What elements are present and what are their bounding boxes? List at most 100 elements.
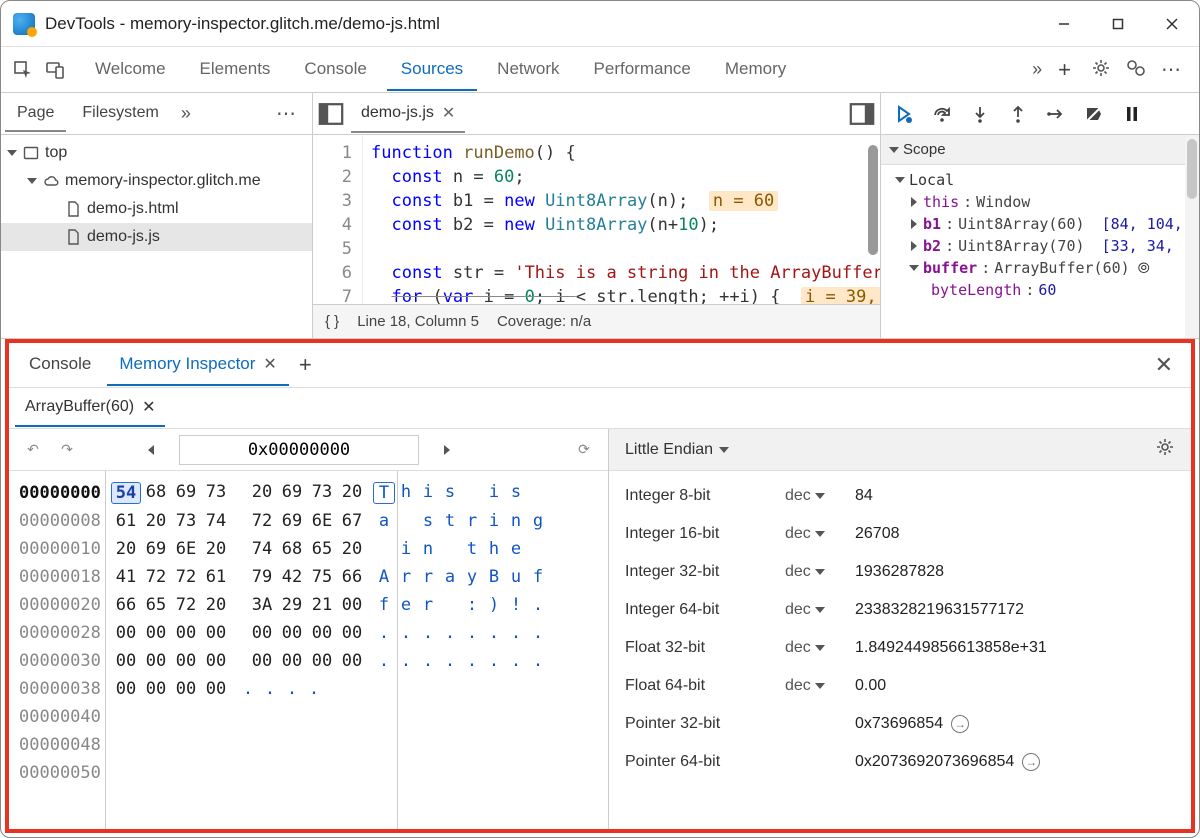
hex-byte[interactable]: 66 <box>111 595 141 615</box>
value-format-selector[interactable]: dec <box>785 487 855 505</box>
ascii-char[interactable]: . <box>439 651 461 671</box>
tree-file-html[interactable]: demo-js.html <box>1 195 312 223</box>
hex-table[interactable]: 000000005468697320697320This is 00000008… <box>9 471 608 829</box>
ascii-char[interactable]: B <box>483 567 505 587</box>
ascii-char[interactable]: . <box>237 679 259 699</box>
hex-byte[interactable]: 29 <box>277 595 307 615</box>
scope-item-this[interactable]: this: Window <box>891 191 1195 213</box>
redo-icon[interactable]: ↷ <box>55 438 79 462</box>
hex-byte[interactable]: 61 <box>111 511 141 531</box>
ascii-char[interactable]: n <box>417 539 439 559</box>
hex-byte[interactable]: 00 <box>171 679 201 699</box>
hex-byte[interactable]: 42 <box>277 567 307 587</box>
ascii-char[interactable]: . <box>483 651 505 671</box>
ascii-char[interactable]: a <box>439 567 461 587</box>
debugger-scrollbar[interactable] <box>1185 135 1199 338</box>
value-format-selector[interactable]: dec <box>785 525 855 543</box>
resume-icon[interactable] <box>893 103 915 125</box>
ascii-char[interactable]: . <box>461 651 483 671</box>
pause-on-exceptions-icon[interactable] <box>1121 103 1143 125</box>
inspector-subtab[interactable]: ArrayBuffer(60) ✕ <box>15 389 165 427</box>
ascii-char[interactable]: . <box>527 595 549 615</box>
hex-byte[interactable]: 67 <box>337 511 367 531</box>
hex-row[interactable]: 0000001020696E2074686520 in the <box>19 535 598 563</box>
tab-console[interactable]: Console <box>290 49 380 91</box>
memory-icon[interactable]: ⦾ <box>1138 259 1150 277</box>
hex-byte[interactable]: 00 <box>111 651 141 671</box>
ascii-char[interactable]: t <box>439 511 461 531</box>
scope-item-b2[interactable]: b2: Uint8Array(70) [33, 34, <box>891 235 1195 257</box>
navigator-menu-icon[interactable]: ⋯ <box>266 101 308 126</box>
activity-icon[interactable] <box>1125 57 1147 82</box>
hex-byte[interactable]: 66 <box>337 567 367 587</box>
undo-icon[interactable]: ↶ <box>21 438 45 462</box>
ascii-char[interactable]: ! <box>505 595 527 615</box>
hex-byte[interactable]: 73 <box>307 482 337 504</box>
hex-byte[interactable]: 00 <box>277 651 307 671</box>
hex-byte[interactable]: 20 <box>201 595 231 615</box>
hex-byte[interactable]: 74 <box>201 511 231 531</box>
scope-item-buffer[interactable]: buffer: ArrayBuffer(60)⦾ <box>891 257 1195 279</box>
hex-byte[interactable]: 6E <box>171 539 201 559</box>
editor-tab[interactable]: demo-js.js ✕ <box>351 95 465 133</box>
hex-byte[interactable]: 69 <box>277 482 307 504</box>
hex-byte[interactable]: 41 <box>111 567 141 587</box>
hex-byte[interactable]: 00 <box>247 623 277 643</box>
ascii-char[interactable] <box>395 511 417 531</box>
step-out-icon[interactable] <box>1007 103 1029 125</box>
hex-byte[interactable]: 72 <box>247 511 277 531</box>
ascii-char[interactable]: T <box>373 482 395 504</box>
ascii-char[interactable] <box>439 539 461 559</box>
hex-row[interactable]: 000000184172726179427566ArrayBuf <box>19 563 598 591</box>
ascii-char[interactable]: e <box>395 595 417 615</box>
hex-row[interactable]: 000000086120737472696E67a string <box>19 507 598 535</box>
hex-byte[interactable]: 72 <box>171 595 201 615</box>
ascii-char[interactable]: h <box>483 539 505 559</box>
navigator-more-icon[interactable]: » <box>181 103 187 124</box>
hex-byte[interactable]: 20 <box>337 539 367 559</box>
ascii-char[interactable]: h <box>395 482 417 504</box>
hex-row[interactable]: 00000050 <box>19 759 598 787</box>
hex-byte[interactable]: 69 <box>277 511 307 531</box>
coverage-indicator[interactable]: Coverage: n/a <box>497 313 591 330</box>
hex-byte[interactable]: 68 <box>141 482 171 504</box>
ascii-char[interactable]: . <box>439 623 461 643</box>
ascii-char[interactable] <box>373 539 395 559</box>
ascii-char[interactable]: . <box>505 651 527 671</box>
ascii-char[interactable]: . <box>259 679 281 699</box>
device-emulation-icon[interactable] <box>41 56 69 84</box>
ascii-char[interactable] <box>461 482 483 504</box>
hex-row[interactable]: 00000048 <box>19 731 598 759</box>
ascii-char[interactable]: : <box>461 595 483 615</box>
close-icon[interactable]: ✕ <box>263 354 276 374</box>
hex-row[interactable]: 000000005468697320697320This is <box>19 479 598 507</box>
drawer-tab-console[interactable]: Console <box>17 344 103 386</box>
hex-byte[interactable]: 00 <box>111 679 141 699</box>
hex-row[interactable]: 000000300000000000000000........ <box>19 647 598 675</box>
ascii-char[interactable]: i <box>395 539 417 559</box>
hex-row[interactable]: 00000020666572203A292100fer :)!. <box>19 591 598 619</box>
ascii-char[interactable]: r <box>417 567 439 587</box>
hex-byte[interactable]: 00 <box>111 623 141 643</box>
ascii-char[interactable]: . <box>395 651 417 671</box>
navigator-tab-page[interactable]: Page <box>5 96 66 132</box>
ascii-char[interactable]: s <box>439 482 461 504</box>
hex-byte[interactable]: 00 <box>171 651 201 671</box>
code-editor[interactable]: 1234567 function runDemo() { const n = 6… <box>313 135 880 304</box>
navigator-tab-filesystem[interactable]: Filesystem <box>70 96 170 132</box>
hex-byte[interactable]: 00 <box>337 623 367 643</box>
close-icon[interactable]: ✕ <box>442 103 455 123</box>
inspect-element-icon[interactable] <box>9 56 37 84</box>
hex-row[interactable]: 00000040 <box>19 703 598 731</box>
drawer-tab-memory-inspector[interactable]: Memory Inspector ✕ <box>107 344 288 386</box>
ascii-char[interactable]: s <box>505 482 527 504</box>
hex-byte[interactable]: 65 <box>307 539 337 559</box>
hex-byte[interactable]: 72 <box>141 567 171 587</box>
hex-byte[interactable]: 75 <box>307 567 337 587</box>
hex-row[interactable]: 0000003800000000.... <box>19 675 598 703</box>
settings-icon[interactable] <box>1091 58 1111 81</box>
add-drawer-tab-button[interactable]: + <box>293 352 318 378</box>
hex-byte[interactable]: 00 <box>141 679 171 699</box>
hex-byte[interactable]: 00 <box>337 651 367 671</box>
toggle-navigator-icon[interactable] <box>317 100 345 128</box>
